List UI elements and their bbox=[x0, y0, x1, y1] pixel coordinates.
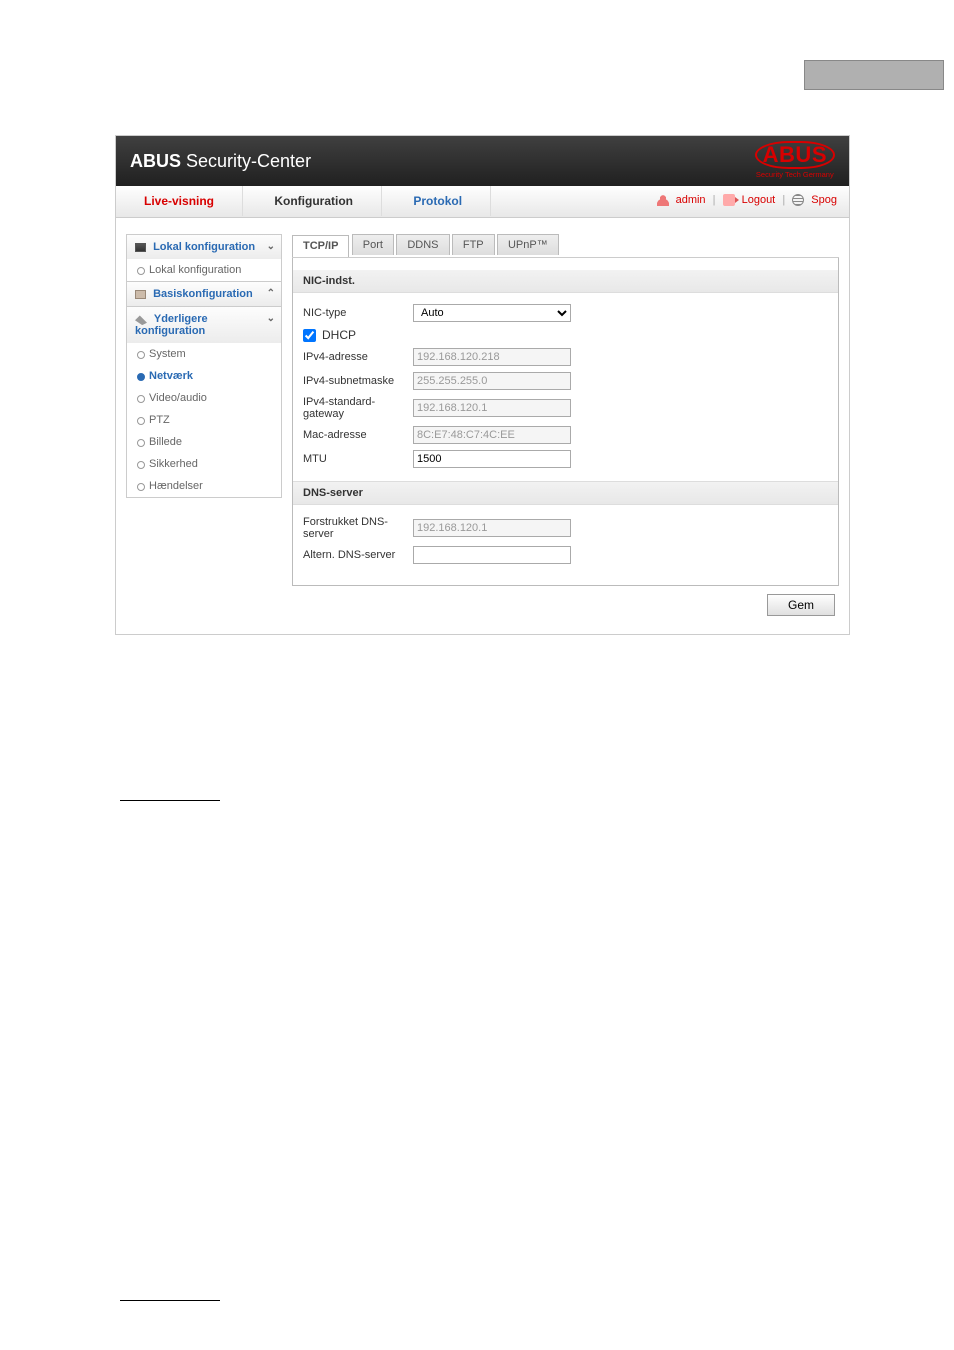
subtab-port[interactable]: Port bbox=[352, 234, 394, 255]
sidebar-group-label: Lokal konfiguration bbox=[153, 241, 255, 253]
sidebar-item-label: Billede bbox=[149, 436, 182, 448]
chevron-down-icon: ⌄ bbox=[267, 313, 275, 324]
header: ABUS Security-Center ABUS Security Tech … bbox=[116, 136, 849, 186]
nic-type-label: NIC-type bbox=[303, 307, 413, 319]
sidebar-item-system[interactable]: System bbox=[127, 343, 281, 365]
sidebar-group-further[interactable]: Yderligere konfiguration ⌄ bbox=[127, 307, 281, 343]
sidebar-item-security[interactable]: Sikkerhed bbox=[127, 453, 281, 475]
nic-type-select[interactable]: Auto bbox=[413, 304, 571, 322]
sidebar-item-label: Netværk bbox=[149, 370, 193, 382]
mtu-label: MTU bbox=[303, 453, 413, 465]
sidebar-item-label: Lokal konfiguration bbox=[149, 264, 241, 276]
sidebar-item-image[interactable]: Billede bbox=[127, 431, 281, 453]
sidebar-item-events[interactable]: Hændelser bbox=[127, 475, 281, 497]
title-thin: Security-Center bbox=[181, 151, 311, 171]
app-window: ? ABUS Security-Center ABUS Security Tec… bbox=[115, 135, 850, 635]
globe-icon bbox=[792, 194, 804, 206]
sidebar-item-label: Video/audio bbox=[149, 392, 207, 404]
ipv4-gw-label: IPv4-standard-gateway bbox=[303, 396, 413, 420]
mac-input[interactable] bbox=[413, 426, 571, 444]
button-row: Gem bbox=[292, 586, 839, 616]
ipv4-addr-input[interactable] bbox=[413, 348, 571, 366]
sep: | bbox=[782, 194, 785, 206]
subtab-ftp[interactable]: FTP bbox=[452, 234, 495, 255]
logout-icon bbox=[723, 194, 735, 206]
sidebar-group-local[interactable]: Lokal konfiguration ⌄ bbox=[127, 235, 281, 259]
dns-pref-label: Forstrukket DNS-server bbox=[303, 516, 413, 540]
section-dns: DNS-server bbox=[293, 481, 838, 505]
page-underline bbox=[120, 1300, 220, 1301]
subtab-tcpip[interactable]: TCP/IP bbox=[292, 235, 349, 257]
sidebar-item-videoaudio[interactable]: Video/audio bbox=[127, 387, 281, 409]
sep: | bbox=[713, 194, 716, 206]
wrench-icon bbox=[135, 313, 147, 325]
sidebar-group-label: Yderligere konfiguration bbox=[135, 313, 208, 337]
user-icon bbox=[657, 194, 669, 206]
sidebar-group-basis[interactable]: Basiskonfiguration ⌃ bbox=[127, 282, 281, 306]
topnav: Live-visning Konfiguration Protokol admi… bbox=[116, 186, 849, 218]
form-panel: NIC-indst. NIC-type Auto DHCP IPv4-adres… bbox=[292, 258, 839, 586]
subtab-ddns[interactable]: DDNS bbox=[396, 234, 449, 255]
chevron-up-icon: ⌃ bbox=[267, 288, 275, 299]
subtabs: TCP/IP Port DDNS FTP UPnP™ bbox=[292, 234, 839, 258]
main: TCP/IP Port DDNS FTP UPnP™ NIC-indst. NI… bbox=[292, 234, 839, 616]
sidebar-item-label: PTZ bbox=[149, 414, 170, 426]
dns-alt-label: Altern. DNS-server bbox=[303, 549, 413, 561]
ipv4-gw-input[interactable] bbox=[413, 399, 571, 417]
logo-tagline: Security Tech Germany bbox=[755, 170, 835, 179]
topnav-right: admin | Logout | Spog bbox=[655, 194, 839, 206]
sidebar-item-network[interactable]: Netværk bbox=[127, 365, 281, 387]
subtab-upnp[interactable]: UPnP™ bbox=[497, 234, 559, 255]
sidebar-item-label: Hændelser bbox=[149, 480, 203, 492]
page-gray-box bbox=[804, 60, 944, 90]
chevron-down-icon: ⌄ bbox=[267, 241, 275, 252]
app-title: ABUS Security-Center bbox=[130, 136, 835, 186]
lang-link[interactable]: Spog bbox=[811, 194, 837, 206]
tab-live[interactable]: Live-visning bbox=[116, 186, 243, 216]
sidebar-group-label: Basiskonfiguration bbox=[153, 288, 253, 300]
mac-label: Mac-adresse bbox=[303, 429, 413, 441]
dns-pref-input[interactable] bbox=[413, 519, 571, 537]
sidebar-item-label: Sikkerhed bbox=[149, 458, 198, 470]
sidebar-item-local-config[interactable]: Lokal konfiguration bbox=[127, 259, 281, 281]
folder-icon bbox=[135, 290, 146, 299]
ipv4-addr-label: IPv4-adresse bbox=[303, 351, 413, 363]
logo-text: ABUS bbox=[755, 141, 835, 169]
ipv4-mask-label: IPv4-subnetmaske bbox=[303, 375, 413, 387]
mtu-input[interactable] bbox=[413, 450, 571, 468]
content: Lokal konfiguration ⌄ Lokal konfiguratio… bbox=[116, 218, 849, 634]
monitor-icon bbox=[135, 243, 146, 252]
title-bold: ABUS bbox=[130, 151, 181, 171]
dhcp-checkbox[interactable] bbox=[303, 329, 316, 342]
page-underline bbox=[120, 800, 220, 801]
sidebar: Lokal konfiguration ⌄ Lokal konfiguratio… bbox=[126, 234, 282, 616]
save-button[interactable]: Gem bbox=[767, 594, 835, 616]
tab-protocol[interactable]: Protokol bbox=[385, 186, 491, 216]
ipv4-mask-input[interactable] bbox=[413, 372, 571, 390]
tab-config[interactable]: Konfiguration bbox=[246, 186, 382, 216]
sidebar-item-ptz[interactable]: PTZ bbox=[127, 409, 281, 431]
admin-link[interactable]: admin bbox=[676, 194, 706, 206]
logout-link[interactable]: Logout bbox=[742, 194, 776, 206]
brand-logo: ABUS Security Tech Germany bbox=[755, 141, 835, 179]
sidebar-item-label: System bbox=[149, 348, 186, 360]
dhcp-label: DHCP bbox=[322, 328, 356, 342]
section-nic: NIC-indst. bbox=[293, 270, 838, 293]
dns-alt-input[interactable] bbox=[413, 546, 571, 564]
